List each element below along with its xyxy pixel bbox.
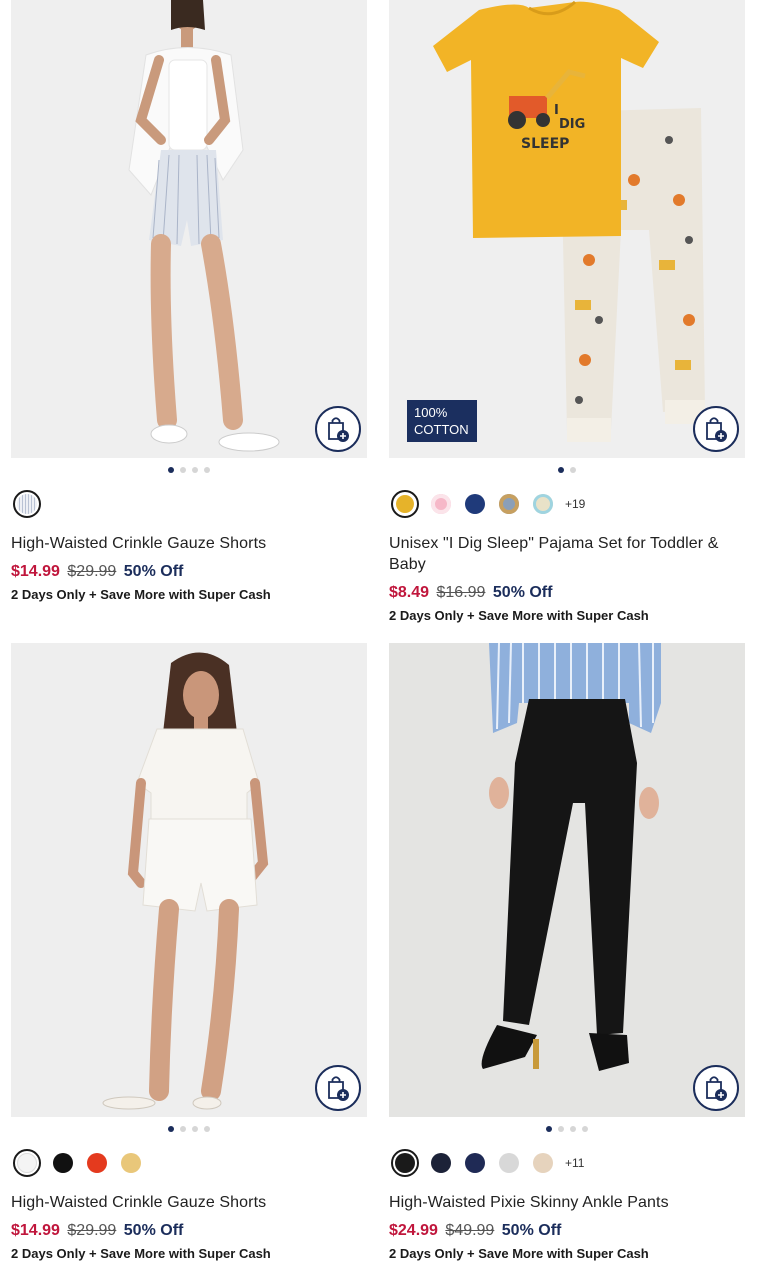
color-swatch[interactable] [499,494,519,514]
color-swatch[interactable] [121,1153,141,1173]
discount-label: 50% Off [123,563,184,580]
carousel-dot[interactable] [180,1126,186,1132]
more-colors-count[interactable]: +19 [565,497,585,511]
color-swatch[interactable] [431,494,451,514]
product-title[interactable]: High-Waisted Crinkle Gauze Shorts [11,533,367,554]
promo-text: 2 Days Only + Save More with Super Cash [389,608,649,623]
carousel-dot[interactable] [180,467,186,473]
swatch-fill [395,1153,415,1173]
discount-label: 50% Off [492,584,553,601]
add-to-bag-button[interactable] [693,1065,739,1111]
swatch-fill [395,494,415,514]
product-image[interactable] [11,643,367,1117]
carousel-dot[interactable] [546,1126,552,1132]
sale-price: $24.99 [389,1222,438,1239]
shopping-bag-plus-icon [328,1076,349,1101]
color-swatch[interactable] [465,494,485,514]
svg-text:I: I [554,103,559,118]
swatch-fill [17,494,37,514]
color-swatch[interactable] [465,1153,485,1173]
discount-label: 50% Off [123,1222,184,1239]
color-swatches [11,488,367,520]
image-carousel-dots[interactable] [11,466,367,474]
promo-text: 2 Days Only + Save More with Super Cash [11,1246,271,1261]
product-image[interactable]: I DIG SLEEP 100% COTTON [389,0,745,458]
promo-text: 2 Days Only + Save More with Super Cash [11,587,271,602]
color-swatches: +11 [389,1147,745,1179]
more-colors-count[interactable]: +11 [565,1156,584,1170]
image-carousel-dots[interactable] [389,466,745,474]
product-photo-illustration [11,643,367,1117]
carousel-dot[interactable] [558,467,564,473]
product-title[interactable]: High-Waisted Crinkle Gauze Shorts [11,1192,367,1213]
price-row: $14.99 $29.99 50% Off [11,562,367,582]
promo-text: 2 Days Only + Save More with Super Cash [389,1246,649,1261]
color-swatch[interactable] [533,1153,553,1173]
carousel-dot[interactable] [168,1126,174,1132]
color-swatch[interactable] [391,1149,419,1177]
product-card[interactable]: High-Waisted Crinkle Gauze Shorts $14.99… [11,643,367,1261]
carousel-dot[interactable] [192,467,198,473]
add-to-bag-button[interactable] [693,406,739,452]
sale-price: $8.49 [389,584,430,601]
image-carousel-dots[interactable] [389,1125,745,1133]
product-title[interactable]: High-Waisted Pixie Skinny Ankle Pants [389,1192,745,1213]
product-card[interactable]: +11 High-Waisted Pixie Skinny Ankle Pant… [389,643,745,1261]
shopping-bag-plus-icon [706,417,727,442]
carousel-dot[interactable] [192,1126,198,1132]
color-swatch[interactable] [87,1153,107,1173]
carousel-dot[interactable] [168,467,174,473]
sale-price: $14.99 [11,1222,60,1239]
carousel-dot[interactable] [558,1126,564,1132]
color-swatch[interactable] [499,1153,519,1173]
price-row: $8.49 $16.99 50% Off [389,583,745,603]
product-photo-illustration: I DIG SLEEP [389,0,745,458]
discount-label: 50% Off [501,1222,562,1239]
product-image[interactable] [11,0,367,458]
price-row: $24.99 $49.99 50% Off [389,1221,745,1241]
carousel-dot[interactable] [582,1126,588,1132]
original-price: $29.99 [67,1222,117,1239]
color-swatch[interactable] [533,494,553,514]
product-title[interactable]: Unisex "I Dig Sleep" Pajama Set for Todd… [389,533,745,575]
carousel-dot[interactable] [570,467,576,473]
svg-text:DIG: DIG [559,117,585,132]
sale-price: $14.99 [11,563,60,580]
original-price: $49.99 [445,1222,495,1239]
original-price: $29.99 [67,563,117,580]
carousel-dot[interactable] [204,1126,210,1132]
shopping-bag-plus-icon [706,1076,727,1101]
carousel-dot[interactable] [570,1126,576,1132]
color-swatches [11,1147,367,1179]
image-carousel-dots[interactable] [11,1125,367,1133]
price-row: $14.99 $29.99 50% Off [11,1221,367,1241]
product-card[interactable]: High-Waisted Crinkle Gauze Shorts $14.99… [11,0,367,602]
carousel-dot[interactable] [204,467,210,473]
shopping-bag-plus-icon [328,417,349,442]
product-photo-illustration [389,643,745,1117]
color-swatch[interactable] [13,1149,41,1177]
material-badge: 100% COTTON [407,400,477,442]
color-swatches: +19 [389,488,745,520]
original-price: $16.99 [436,584,486,601]
product-image[interactable] [389,643,745,1117]
product-photo-illustration [11,0,367,458]
add-to-bag-button[interactable] [315,406,361,452]
color-swatch[interactable] [431,1153,451,1173]
svg-text:SLEEP: SLEEP [521,136,569,152]
add-to-bag-button[interactable] [315,1065,361,1111]
color-swatch[interactable] [391,490,419,518]
product-card[interactable]: I DIG SLEEP 100% COTTON +19 Unisex "I Di… [389,0,745,623]
color-swatch[interactable] [53,1153,73,1173]
swatch-fill [17,1153,37,1173]
color-swatch[interactable] [13,490,41,518]
